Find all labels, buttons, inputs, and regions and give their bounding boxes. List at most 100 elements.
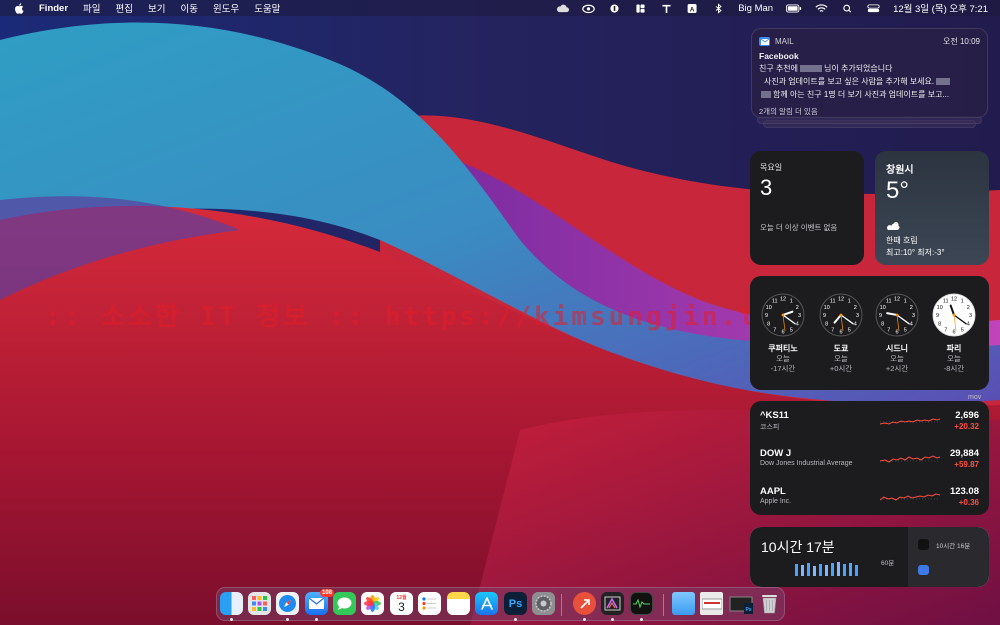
notification-text: 님이 추가되었습니다 bbox=[824, 64, 893, 73]
redacted-name bbox=[936, 78, 951, 86]
menu-app-name[interactable]: Finder bbox=[39, 3, 68, 14]
clock-numeral: 11 bbox=[943, 299, 949, 305]
svg-text:Ps: Ps bbox=[745, 607, 751, 613]
icloud-icon[interactable] bbox=[556, 3, 570, 14]
menu-go[interactable]: 이동 bbox=[180, 1, 197, 15]
world-clock-widget[interactable]: 1 2 3 4 5 6 7 8 9 10 11 12 쿠퍼티노 오늘 -17시간 1234567891… bbox=[750, 276, 989, 390]
stock-symbol: AAPL bbox=[760, 486, 786, 497]
launchpad-icon[interactable] bbox=[248, 592, 271, 615]
remote-desktop-icon[interactable] bbox=[573, 592, 596, 615]
running-indicator bbox=[230, 618, 233, 621]
clock-center-pin bbox=[952, 313, 956, 317]
app-store-icon[interactable] bbox=[475, 592, 498, 615]
creative-cloud-icon[interactable] bbox=[582, 3, 595, 14]
trash-icon[interactable] bbox=[758, 592, 781, 615]
system-preferences-icon[interactable] bbox=[532, 592, 555, 615]
menubar-datetime[interactable]: 12월 3일 (목) 오후 7:21 bbox=[893, 1, 988, 15]
clock-numeral: 7 bbox=[944, 327, 947, 333]
analog-clock-face: 1234567891011 12 bbox=[875, 293, 919, 337]
magnet-icon[interactable] bbox=[634, 3, 647, 14]
stock-row[interactable]: ^KS11 코스피 2,696 +20.32 bbox=[760, 410, 979, 444]
screen-time-total: 10시간 17분 bbox=[761, 539, 835, 555]
clock-numeral: 1 bbox=[790, 299, 793, 305]
redacted-name bbox=[800, 65, 823, 73]
clock-numeral: 7 bbox=[831, 327, 834, 333]
battery-icon[interactable] bbox=[786, 3, 802, 14]
notification-line-3: 함께 아는 친구 1명 더 보기 사진과 업데이트를 보고... bbox=[759, 89, 980, 100]
screen-time-apps: 10시간 16분 bbox=[908, 527, 989, 587]
clock-numeral: 6 bbox=[895, 330, 898, 336]
stock-price: 29,884 bbox=[949, 448, 979, 459]
screen-time-app-time: 10시간 16분 bbox=[936, 542, 971, 550]
one-password-icon[interactable] bbox=[608, 3, 621, 14]
notes-icon[interactable] bbox=[447, 592, 470, 615]
finder-icon[interactable] bbox=[220, 592, 243, 615]
weather-hilo: 최고:10° 최저:-3° bbox=[886, 248, 945, 257]
user-name[interactable]: Big Man bbox=[738, 3, 773, 14]
stock-symbol: DOW J bbox=[760, 448, 792, 459]
input-source-icon[interactable]: A bbox=[686, 3, 699, 14]
running-indicator bbox=[640, 618, 643, 621]
safari-icon[interactable] bbox=[276, 592, 299, 615]
photos-icon[interactable] bbox=[361, 592, 384, 615]
menu-file[interactable]: 파일 bbox=[83, 1, 100, 15]
downloads-stack-icon[interactable]: Ps bbox=[727, 592, 755, 615]
stock-change: +59.87 bbox=[954, 460, 979, 469]
clock-numeral: 9 bbox=[936, 313, 939, 319]
screenshot-stack-icon[interactable] bbox=[700, 592, 723, 615]
calendar-no-events: 오늘 더 이상 이벤트 없음 bbox=[760, 223, 838, 232]
stock-name: Apple Inc. bbox=[760, 498, 792, 505]
wifi-icon[interactable] bbox=[815, 3, 828, 14]
stock-row[interactable]: DOW J Dow Jones Industrial Average 29,88… bbox=[760, 448, 979, 482]
stock-row[interactable]: AAPL Apple Inc. 123.08 +0.36 bbox=[760, 486, 979, 515]
clock-numeral: 2 bbox=[967, 305, 970, 311]
folder-icon[interactable] bbox=[672, 592, 695, 615]
activity-monitor-icon[interactable] bbox=[630, 592, 653, 615]
stock-change: +20.32 bbox=[954, 422, 979, 431]
clock-offset: +0시간 bbox=[829, 364, 853, 373]
menu-bar: Finder 파일 편집 보기 이동 윈도우 도움말 A Big Man 12월… bbox=[0, 0, 1000, 16]
reminders-icon[interactable] bbox=[418, 592, 441, 615]
notification-time: 오전 10:09 bbox=[943, 37, 980, 46]
stocks-widget[interactable]: ^KS11 코스피 2,696 +20.32 DOW J Dow Jones I… bbox=[750, 401, 989, 515]
clock-numeral: 11 bbox=[772, 299, 778, 305]
mail-icon[interactable]: 108 bbox=[305, 589, 334, 615]
control-center-icon[interactable] bbox=[867, 3, 880, 14]
spotlight-search-icon[interactable] bbox=[841, 3, 854, 14]
menu-view[interactable]: 보기 bbox=[148, 1, 165, 15]
calendar-icon[interactable]: 12월 3 bbox=[390, 592, 413, 615]
clock-numeral: 4 bbox=[854, 321, 857, 327]
stock-change: +0.36 bbox=[958, 498, 979, 507]
notification-more[interactable]: 2개의 알림 더 있음 bbox=[759, 106, 980, 117]
final-cut-pro-icon[interactable] bbox=[601, 592, 624, 615]
bluetooth-icon[interactable] bbox=[712, 2, 725, 14]
mail-notification[interactable]: MAIL 오전 10:09 Facebook 친구 추천에 님이 추가되었습니다 … bbox=[751, 28, 988, 118]
photoshop-icon[interactable]: Ps bbox=[504, 592, 527, 615]
mail-badge: 108 bbox=[319, 589, 334, 597]
apple-icon[interactable] bbox=[14, 2, 24, 14]
desktop-file-label[interactable]: mov bbox=[968, 394, 981, 401]
screen-time-axis-label: 60분 bbox=[881, 560, 895, 567]
calendar-date: 3 bbox=[760, 175, 773, 200]
screen-time-widget[interactable]: 10시간 17분 60분 10시간 16분 bbox=[750, 527, 989, 587]
screen-time-summary: 10시간 17분 60분 bbox=[750, 527, 908, 587]
calendar-widget[interactable]: 목요일 3 오늘 더 이상 이벤트 없음 bbox=[750, 151, 864, 265]
menu-help[interactable]: 도움말 bbox=[254, 1, 280, 15]
clock-numeral: 12 bbox=[780, 297, 786, 303]
text-tool-icon[interactable] bbox=[660, 3, 673, 14]
menu-window[interactable]: 윈도우 bbox=[213, 1, 239, 15]
svg-text:A: A bbox=[690, 6, 695, 13]
notification-text: 사진과 업데이트를 보고 싶은 사람을 추가해 보세요. bbox=[764, 77, 935, 86]
clock-numeral: 9 bbox=[879, 313, 882, 319]
clock-numeral: 9 bbox=[765, 313, 768, 319]
menu-edit[interactable]: 편집 bbox=[116, 1, 133, 15]
clock-numeral: 2 bbox=[854, 305, 857, 311]
clock-numeral: 3 bbox=[798, 313, 801, 319]
clock-numeral: 10 bbox=[880, 305, 886, 311]
analog-clock-face: 1234567891011 12 bbox=[819, 293, 863, 337]
clock-numeral: 12 bbox=[951, 297, 957, 303]
clock-numeral: 5 bbox=[961, 327, 964, 333]
weather-widget[interactable]: 창원시 5° 한때 흐림 최고:10° 최저:-3° bbox=[875, 151, 989, 265]
clock-numeral: 8 bbox=[881, 321, 884, 327]
messages-icon[interactable] bbox=[333, 592, 356, 615]
